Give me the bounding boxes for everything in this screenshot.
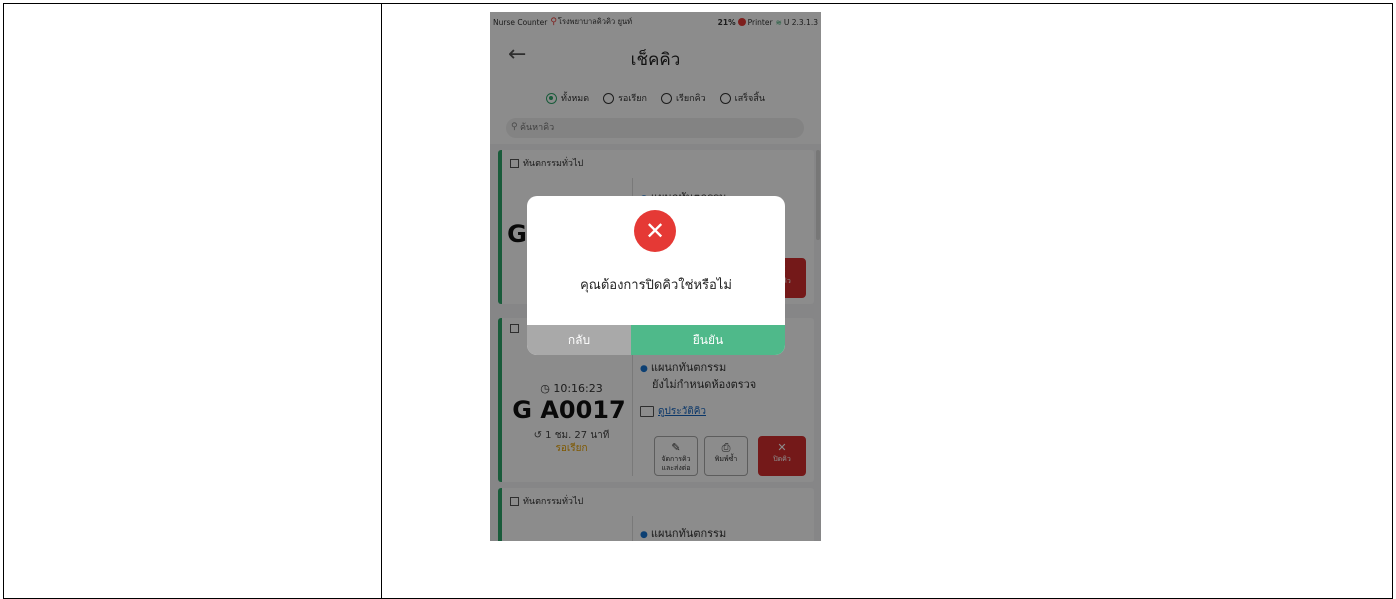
phone-screen: Nurse Counter ⚲ โรงพยาบาลคิวคิว ยูนท์ 21… bbox=[490, 12, 821, 541]
table-column-divider bbox=[381, 4, 382, 598]
confirm-button[interactable]: ยืนยัน bbox=[631, 325, 785, 355]
dialog-message: คุณต้องการปิดคิวใช่หรือไม่ bbox=[580, 278, 732, 293]
confirm-close-dialog: ✕ คุณต้องการปิดคิวใช่หรือไม่ กลับ ยืนยัน bbox=[527, 196, 785, 355]
scrollbar[interactable] bbox=[816, 150, 820, 240]
back-button[interactable]: กลับ bbox=[527, 325, 631, 355]
error-x-icon: ✕ bbox=[634, 210, 676, 252]
